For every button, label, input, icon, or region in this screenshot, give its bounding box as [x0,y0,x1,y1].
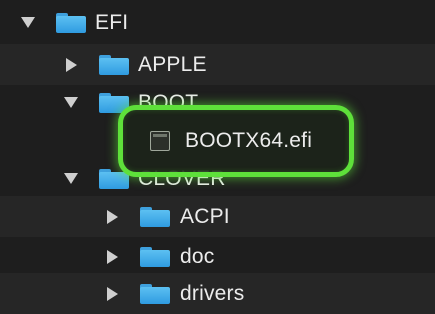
tree-row-efi[interactable]: EFI [0,2,435,43]
file-icon [150,131,170,151]
tree-row-acpi[interactable]: ACPI [0,196,435,237]
tree-row-bootx64[interactable]: BOOTX64.efi [5,126,435,156]
tree-row-doc[interactable]: doc [0,236,435,277]
disclosure-triangle-expanded-icon[interactable] [63,95,79,111]
disclosure-triangle-collapsed-icon[interactable] [104,209,120,225]
disclosure-triangle-expanded-icon[interactable] [20,15,36,31]
disclosure-triangle-expanded-icon[interactable] [63,171,79,187]
disclosure-triangle-collapsed-icon[interactable] [63,57,79,73]
disclosure-triangle-collapsed-icon[interactable] [104,286,120,302]
tree-item-label: doc [180,244,215,268]
disclosure-triangle-collapsed-icon[interactable] [104,249,120,265]
tree-item-label: ACPI [180,204,230,228]
tree-item-label: APPLE [138,52,207,76]
folder-icon [99,54,129,75]
folder-icon [140,206,170,227]
finder-outline-view: EFI APPLE BOOT CLOVER ACPI doc drivers B… [0,0,435,314]
folder-icon [140,246,170,267]
tree-row-drivers[interactable]: drivers [0,273,435,314]
folder-icon [140,283,170,304]
highlight-callout: BOOTX64.efi [118,105,354,177]
folder-icon [56,12,86,33]
tree-row-apple[interactable]: APPLE [0,44,435,85]
tree-item-label: BOOTX64.efi [185,129,313,152]
tree-item-label: drivers [180,281,245,305]
tree-item-label: EFI [95,10,129,34]
